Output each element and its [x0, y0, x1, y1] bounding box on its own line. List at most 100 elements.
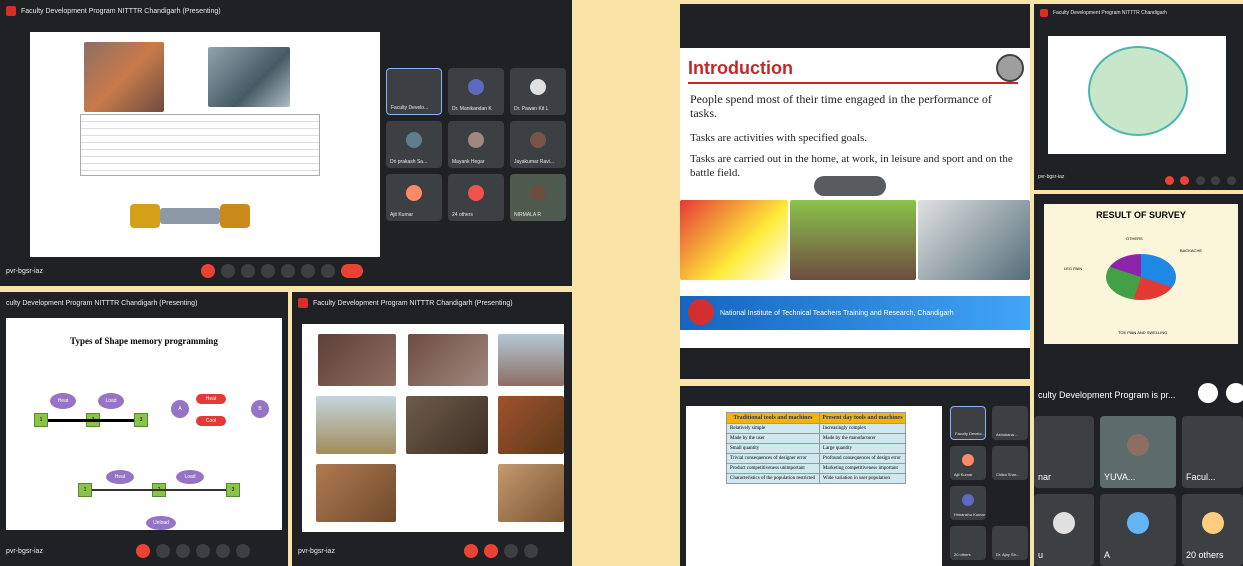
participant-tile[interactable]: A — [1100, 494, 1176, 566]
presentation-slide — [302, 324, 564, 532]
diagram-node: Load — [176, 470, 204, 484]
diagram-node: 1 — [34, 413, 48, 427]
diagram-node: Heat — [106, 470, 134, 484]
presentation-slide: Introduction People spend most of their … — [680, 48, 1030, 348]
chart-label: OTHERS — [1126, 236, 1143, 241]
captions-button[interactable] — [175, 544, 190, 558]
mic-button[interactable] — [200, 264, 215, 278]
participant-tile[interactable]: Ajit Kumar — [950, 446, 986, 480]
controls — [1164, 172, 1237, 190]
control-bar: pvr-bgsr-iaz — [0, 260, 572, 282]
monument-photo — [316, 464, 396, 522]
computer-photo — [918, 200, 1030, 280]
meeting-code: pvr-bgsr-iaz — [6, 547, 43, 555]
avatar — [468, 184, 484, 201]
institute-logo-icon — [688, 299, 714, 325]
mic-button[interactable] — [463, 544, 478, 558]
avatar — [468, 131, 484, 148]
participant-tile[interactable]: Jayakumar Ravi... — [510, 121, 566, 168]
meeting-code: pvr-bgsr-iaz — [1038, 174, 1065, 180]
monument-photo — [406, 396, 488, 454]
table-row: Characteristics of the population restri… — [726, 473, 907, 484]
raise-hand-button[interactable] — [235, 544, 250, 558]
chart-label: TOE PAIN AND SWELLING — [1118, 330, 1168, 335]
captions-button[interactable] — [1195, 176, 1205, 185]
participant-tile[interactable]: Ajit Kumar — [386, 174, 442, 221]
monument-photo — [408, 334, 488, 386]
captions-button[interactable] — [503, 544, 518, 558]
participant-tile[interactable]: 20 others — [1182, 494, 1243, 566]
presenting-icon — [6, 6, 16, 16]
presenting-icon — [1040, 9, 1048, 17]
diagram-node: 3 — [134, 413, 148, 427]
mute-icon[interactable] — [1198, 383, 1218, 403]
emoji-button[interactable] — [523, 544, 538, 558]
participant-tile[interactable]: NIRMALA R — [510, 174, 566, 221]
avatar — [530, 131, 546, 148]
presentation-slide — [1048, 36, 1226, 154]
present-button[interactable] — [215, 544, 230, 558]
pie-chart — [1106, 254, 1176, 300]
participant-tile[interactable]: Dr. Ajay Sh... — [992, 526, 1028, 560]
reaction-bar[interactable] — [814, 176, 886, 196]
present-button[interactable] — [1226, 176, 1236, 185]
slide-title: RESULT OF SURVEY — [1096, 210, 1186, 220]
participant-tile[interactable]: Faculty Develo... — [950, 406, 986, 440]
avatar — [1201, 511, 1224, 534]
more-icon[interactable] — [1226, 383, 1243, 403]
avatar — [962, 493, 974, 506]
mic-button[interactable] — [135, 544, 150, 558]
comparison-table: Traditional tools and machines Present d… — [726, 412, 907, 484]
meet-window-1: Faculty Development Program NITTTR Chand… — [0, 0, 572, 286]
participant-tile[interactable]: u — [1034, 494, 1094, 566]
institute-banner: National Institute of Technical Teachers… — [680, 296, 1030, 330]
meet-window-3: Faculty Development Program NITTTR Chand… — [292, 292, 572, 566]
cycling-photo — [790, 200, 916, 280]
presentation-slide: Types of Shape memory programming 1 Heat… — [6, 318, 282, 530]
window-title: Faculty Development Program NITTTR Chand… — [21, 7, 221, 15]
participant-tile[interactable]: nar — [1034, 416, 1094, 488]
table-header: Traditional tools and machines — [726, 412, 820, 424]
participant-tile[interactable]: Mayank Hegar — [448, 121, 504, 168]
more-options-button[interactable] — [320, 264, 335, 278]
meet-window-4: Introduction People spend most of their … — [680, 4, 1030, 379]
participant-tile[interactable]: YUVA... — [1100, 416, 1176, 488]
participant-tile[interactable]: Ashokana... — [992, 406, 1028, 440]
mic-button[interactable] — [1165, 176, 1174, 185]
participant-tile[interactable]: Facul... — [1182, 416, 1243, 488]
table-row: Trivial consequences of designer error Pr… — [726, 453, 907, 464]
camera-button[interactable] — [483, 544, 498, 558]
emoji-button[interactable] — [1211, 176, 1221, 185]
camera-button[interactable] — [155, 544, 170, 558]
end-call-button[interactable] — [340, 264, 363, 278]
participant-tile[interactable]: Dr. Manikandan K — [448, 68, 504, 115]
ergonomics-diagram — [1088, 46, 1188, 136]
participant-tile[interactable]: Chitra Shar... — [992, 446, 1028, 480]
participant-tile[interactable]: Faculty Develo... — [386, 68, 442, 115]
badge-icon — [996, 54, 1024, 82]
participant-tile[interactable]: 24 others — [448, 174, 504, 221]
meeting-code: pvr-bgsr-iaz — [298, 547, 335, 555]
meet-window-2: culty Development Program NITTTR Chandig… — [0, 292, 288, 566]
participant-tile[interactable]: Dr. Pawan Kit L — [510, 68, 566, 115]
raise-hand-button[interactable] — [300, 264, 315, 278]
emoji-button[interactable] — [260, 264, 275, 278]
slide-title: Types of Shape memory programming — [70, 336, 218, 346]
monument-photo — [498, 396, 564, 454]
captions-button[interactable] — [240, 264, 255, 278]
avatar — [406, 131, 422, 148]
presentation-slide: RESULT OF SURVEY OTHERS BACKACHE LEG PAI… — [1044, 204, 1238, 344]
diagram-node: Cool — [196, 416, 226, 426]
camera-button[interactable] — [220, 264, 235, 278]
participant-tile[interactable]: 20 others — [950, 526, 986, 560]
camera-button[interactable] — [1180, 176, 1190, 185]
participant-tile[interactable]: Dri prakash Sa... — [386, 121, 442, 168]
present-button[interactable] — [280, 264, 295, 278]
participant-tile[interactable]: Himanshu Kumar — [950, 486, 986, 520]
emoji-button[interactable] — [195, 544, 210, 558]
diagram-node: B — [251, 400, 269, 418]
diagram-node: 1 — [78, 483, 92, 497]
monument-photo — [498, 464, 564, 522]
arrow — [92, 489, 226, 491]
diagram-node: A — [171, 400, 189, 418]
